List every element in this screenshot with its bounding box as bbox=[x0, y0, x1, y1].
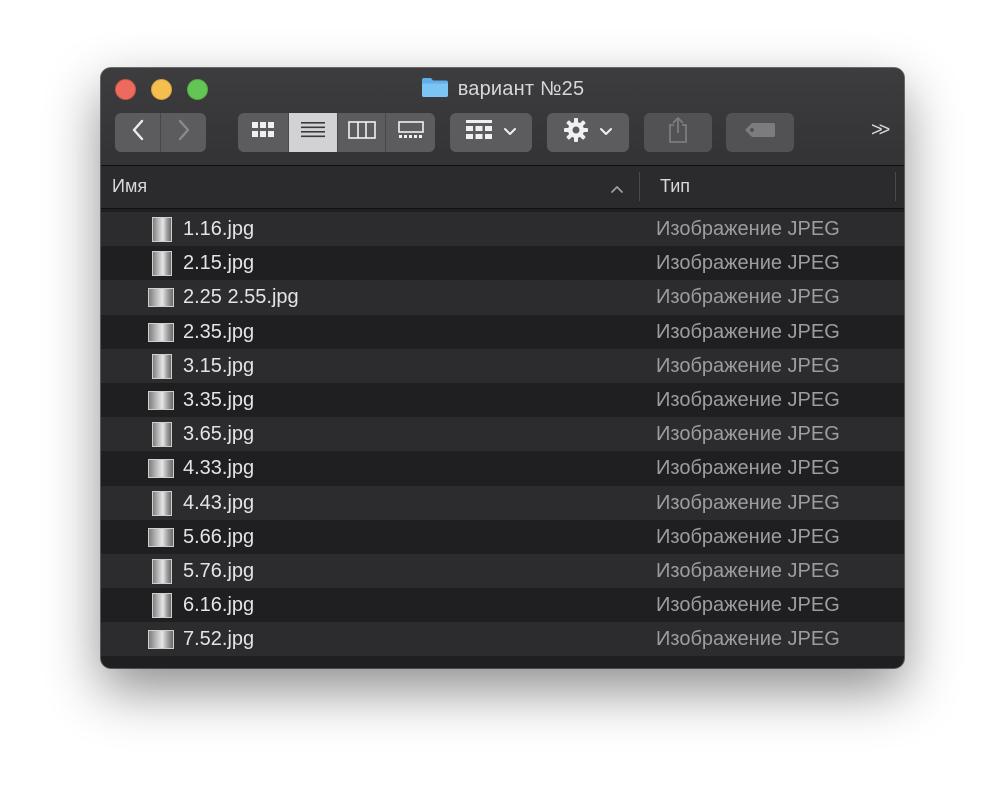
file-type: Изображение JPEG bbox=[656, 320, 840, 343]
file-name: 4.33.jpg bbox=[183, 457, 255, 480]
file-name: 1.16.jpg bbox=[183, 218, 255, 240]
toolbar-overflow-button[interactable]: >> bbox=[871, 119, 890, 142]
column-header-type[interactable]: Тип bbox=[660, 176, 690, 197]
column-view-button[interactable] bbox=[338, 113, 386, 152]
file-name: 2.25 2.55.jpg bbox=[183, 286, 299, 309]
share-button[interactable] bbox=[644, 113, 712, 152]
file-row[interactable]: 3.15.jpg Изображение JPEG bbox=[101, 348, 904, 383]
file-name: 5.76.jpg bbox=[183, 559, 255, 582]
file-name: 3.35.jpg bbox=[183, 388, 255, 411]
list-view-button[interactable] bbox=[289, 113, 338, 152]
group-by-icon bbox=[465, 119, 493, 146]
file-row[interactable]: 5.76.jpg Изображение JPEG bbox=[101, 553, 904, 589]
file-type: Изображение JPEG bbox=[656, 218, 840, 240]
jpeg-thumbnail-icon bbox=[148, 459, 174, 479]
file-type: Изображение JPEG bbox=[656, 252, 840, 275]
jpeg-thumbnail-icon bbox=[152, 593, 172, 619]
file-row[interactable]: 2.25 2.55.jpg Изображение JPEG bbox=[101, 280, 904, 315]
icon-view-button[interactable] bbox=[238, 113, 289, 152]
file-name: 7.52.jpg bbox=[183, 628, 255, 651]
jpeg-thumbnail-icon bbox=[152, 490, 172, 516]
column-divider[interactable] bbox=[639, 172, 640, 201]
file-type: Изображение JPEG bbox=[656, 423, 840, 446]
file-name: 3.15.jpg bbox=[183, 354, 255, 377]
file-type: Изображение JPEG bbox=[656, 457, 840, 480]
jpeg-thumbnail-icon bbox=[152, 251, 172, 277]
file-row[interactable]: 3.35.jpg Изображение JPEG bbox=[101, 382, 904, 418]
share-icon bbox=[667, 116, 689, 149]
file-name: 2.15.jpg bbox=[183, 252, 255, 275]
jpeg-thumbnail-icon bbox=[152, 217, 172, 242]
window-title-text: вариант №25 bbox=[457, 77, 585, 100]
file-row[interactable]: 6.16.jpg Изображение JPEG bbox=[101, 588, 904, 623]
file-name: 2.35.jpg bbox=[183, 320, 255, 343]
jpeg-thumbnail-icon bbox=[148, 630, 174, 650]
jpeg-thumbnail-icon bbox=[152, 422, 172, 448]
folder-icon bbox=[421, 76, 449, 103]
action-menu-button[interactable] bbox=[547, 113, 629, 152]
file-type: Изображение JPEG bbox=[656, 286, 840, 309]
tag-icon bbox=[744, 122, 776, 143]
jpeg-thumbnail-icon bbox=[148, 527, 174, 547]
list-icon bbox=[300, 120, 326, 145]
file-row[interactable]: 2.15.jpg Изображение JPEG bbox=[101, 246, 904, 281]
jpeg-thumbnail-icon bbox=[152, 558, 172, 584]
file-type: Изображение JPEG bbox=[656, 594, 840, 617]
chevron-left-icon bbox=[131, 119, 145, 146]
column-header-name[interactable]: Имя bbox=[112, 176, 147, 197]
file-name: 6.16.jpg bbox=[183, 594, 255, 617]
chevron-down-icon bbox=[503, 124, 517, 142]
view-mode-group bbox=[238, 113, 435, 152]
file-type: Изображение JPEG bbox=[656, 491, 840, 514]
jpeg-thumbnail-icon bbox=[148, 322, 174, 342]
file-list: 1.16.jpg Изображение JPEG 2.15.jpg Изображе… bbox=[101, 212, 904, 657]
gear-icon bbox=[563, 117, 589, 148]
file-row[interactable]: 1.16.jpg Изображение JPEG bbox=[101, 212, 904, 247]
file-type: Изображение JPEG bbox=[656, 559, 840, 582]
file-row[interactable]: 2.35.jpg Изображение JPEG bbox=[101, 314, 904, 349]
gallery-view-button[interactable] bbox=[386, 113, 435, 152]
jpeg-thumbnail-icon bbox=[148, 288, 174, 308]
file-type: Изображение JPEG bbox=[656, 354, 840, 377]
file-row[interactable]: 3.65.jpg Изображение JPEG bbox=[101, 417, 904, 452]
column-divider[interactable] bbox=[895, 172, 896, 201]
list-header: Имя Тип bbox=[101, 166, 904, 209]
file-row[interactable]: 7.52.jpg Изображение JPEG bbox=[101, 622, 904, 657]
gallery-icon bbox=[397, 121, 425, 144]
forward-button[interactable] bbox=[161, 113, 206, 152]
chevron-down-icon bbox=[599, 124, 613, 142]
tags-button[interactable] bbox=[726, 113, 794, 152]
back-button[interactable] bbox=[115, 113, 161, 152]
titlebar: вариант №25 >> bbox=[101, 68, 904, 166]
finder-window: вариант №25 >> Имя Тип 1.16.jpg Изображе… bbox=[101, 68, 904, 668]
file-name: 4.43.jpg bbox=[183, 491, 255, 514]
navigation-group bbox=[115, 113, 206, 152]
file-type: Изображение JPEG bbox=[656, 388, 840, 411]
file-name: 3.65.jpg bbox=[183, 423, 255, 446]
file-row[interactable]: 4.33.jpg Изображение JPEG bbox=[101, 451, 904, 486]
file-type: Изображение JPEG bbox=[656, 628, 840, 651]
group-by-button[interactable] bbox=[450, 113, 532, 152]
file-name: 5.66.jpg bbox=[183, 525, 255, 548]
chevron-right-icon bbox=[177, 119, 191, 146]
jpeg-thumbnail-icon bbox=[148, 390, 174, 410]
columns-icon bbox=[347, 121, 376, 144]
grid-icon bbox=[251, 121, 275, 144]
file-row[interactable]: 5.66.jpg Изображение JPEG bbox=[101, 519, 904, 554]
file-row[interactable]: 4.43.jpg Изображение JPEG bbox=[101, 485, 904, 520]
file-type: Изображение JPEG bbox=[656, 525, 840, 548]
sort-ascending-icon bbox=[610, 181, 624, 199]
window-title: вариант №25 bbox=[101, 76, 904, 102]
jpeg-thumbnail-icon bbox=[152, 353, 172, 379]
